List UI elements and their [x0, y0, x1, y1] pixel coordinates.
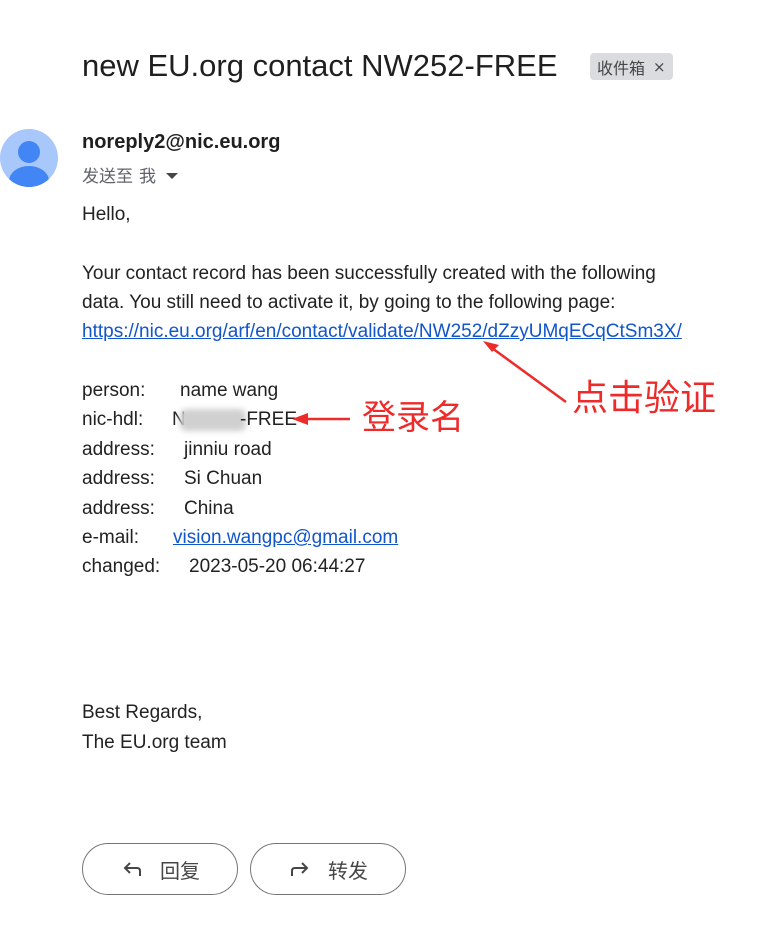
reply-icon	[123, 862, 141, 876]
arrow-to-link	[483, 341, 567, 404]
reply-button[interactable]: 回复	[82, 843, 238, 895]
forward-button[interactable]: 转发	[250, 843, 406, 895]
arrow-to-nichdl	[292, 413, 350, 425]
annotation-click-verify: 点击验证	[572, 378, 717, 419]
annotation-arrows	[292, 341, 567, 425]
annotation-login-name: 登录名	[362, 398, 464, 438]
forward-icon	[291, 862, 309, 876]
reply-label: 回复	[160, 858, 200, 883]
forward-label: 转发	[328, 858, 368, 883]
